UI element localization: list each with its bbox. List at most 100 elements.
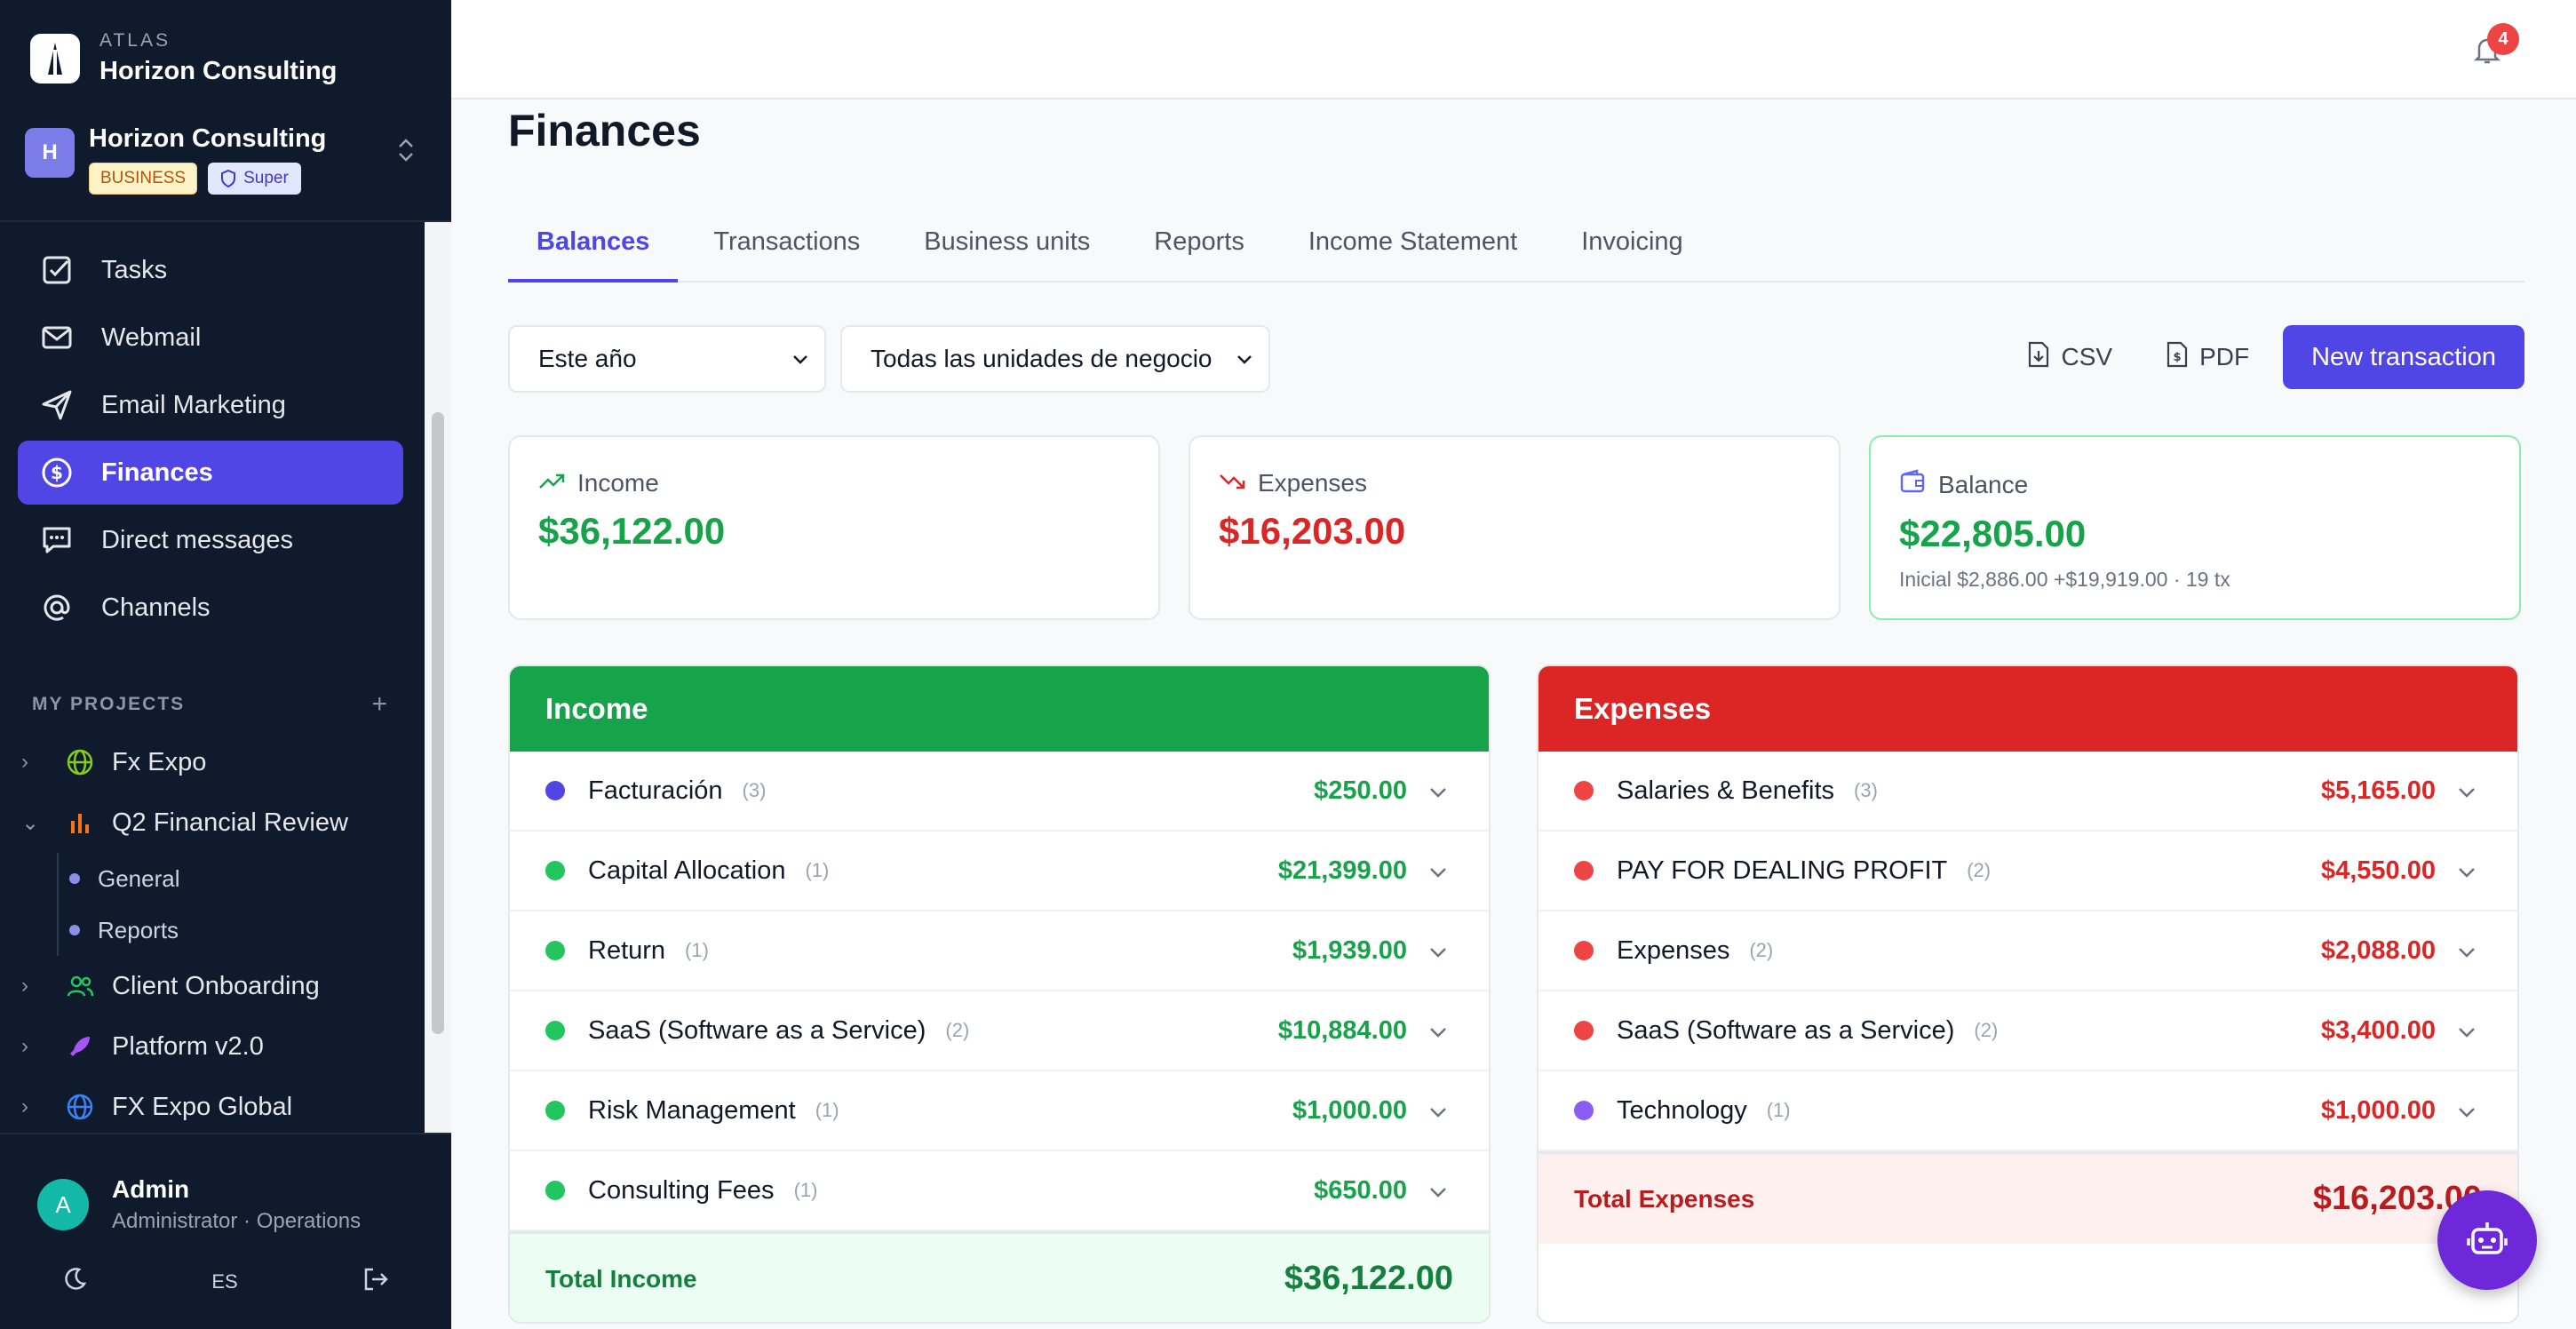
globe-icon — [62, 1089, 98, 1125]
tab-business-units[interactable]: Business units — [895, 211, 1118, 283]
nav-item-label: Tasks — [101, 255, 168, 284]
new-transaction-button[interactable]: New transaction — [2283, 325, 2524, 389]
project-item-fx-expo-global[interactable]: › FX Expo Global — [21, 1077, 412, 1137]
category-dot-icon — [545, 941, 565, 960]
language-toggle[interactable]: ES — [211, 1270, 237, 1293]
income-row[interactable]: Risk Management (1) $1,000.00 — [510, 1071, 1489, 1151]
nav-item-webmail[interactable]: Webmail — [18, 306, 403, 370]
tab-invoicing[interactable]: Invoicing — [1553, 211, 1711, 283]
row-count: (2) — [945, 1019, 970, 1041]
income-row[interactable]: Capital Allocation (1) $21,399.00 — [510, 832, 1489, 911]
expense-row[interactable]: Expenses (2) $2,088.00 — [1538, 911, 2517, 991]
income-panel-title: Income — [510, 666, 1489, 752]
chevron-down-icon[interactable] — [2457, 776, 2482, 806]
chevron-right-icon[interactable]: › — [21, 1094, 46, 1119]
business-unit-select[interactable]: Todas las unidades de negocio — [840, 325, 1270, 393]
org-switcher[interactable]: H Horizon Consulting BUSINESS Super — [25, 124, 426, 195]
chevron-down-icon[interactable] — [2457, 1096, 2482, 1126]
users-icon — [62, 968, 98, 1004]
nav-item-tasks[interactable]: Tasks — [18, 238, 403, 302]
export-pdf-label: PDF — [2199, 343, 2250, 370]
nav-item-direct-messages[interactable]: Direct messages — [18, 508, 403, 572]
expense-row[interactable]: Salaries & Benefits (3) $5,165.00 — [1538, 752, 2517, 832]
category-dot-icon — [1574, 1021, 1594, 1040]
notification-count-badge: 4 — [2487, 23, 2519, 55]
income-card: Income $36,122.00 — [508, 435, 1160, 620]
chevron-down-icon[interactable] — [1428, 776, 1453, 806]
subproject-general[interactable]: General — [21, 853, 412, 904]
user-profile[interactable]: A Admin Administrator · Operations — [37, 1175, 361, 1234]
period-select[interactable]: Este año — [508, 325, 826, 393]
project-item-platform-v2[interactable]: › Platform v2.0 — [21, 1016, 412, 1077]
chevron-down-icon[interactable] — [2457, 1016, 2482, 1046]
income-row[interactable]: SaaS (Software as a Service) (2) $10,884… — [510, 991, 1489, 1071]
tab-balances[interactable]: Balances — [508, 211, 679, 283]
expense-row[interactable]: Technology (1) $1,000.00 — [1538, 1071, 2517, 1151]
subproject-reports[interactable]: Reports — [21, 904, 412, 956]
row-count: (3) — [742, 779, 767, 801]
project-item-fx-expo[interactable]: › Fx Expo — [21, 732, 412, 792]
row-amount: $5,165.00 — [2320, 776, 2436, 805]
income-total-row: Total Income $36,122.00 — [510, 1231, 1489, 1322]
tab-income-statement[interactable]: Income Statement — [1280, 211, 1546, 283]
project-item-client-onboarding[interactable]: › Client Onboarding — [21, 956, 412, 1016]
assistant-bot-button[interactable] — [2437, 1190, 2537, 1290]
robot-icon — [2466, 1219, 2508, 1262]
category-dot-icon — [545, 1021, 565, 1040]
row-count: (1) — [815, 1099, 839, 1121]
export-pdf-button[interactable]: $ PDF — [2146, 325, 2269, 389]
project-item-q2-financial-review[interactable]: ⌄ Q2 Financial Review — [21, 792, 412, 853]
income-row[interactable]: Return (1) $1,939.00 — [510, 911, 1489, 991]
chevron-right-icon[interactable]: › — [21, 974, 46, 999]
chevron-down-icon — [792, 347, 808, 370]
chevron-right-icon[interactable]: › — [21, 750, 46, 775]
nav-item-finances[interactable]: $ Finances — [18, 441, 403, 505]
category-dot-icon — [1574, 1101, 1594, 1120]
export-csv-button[interactable]: CSV — [2008, 325, 2132, 389]
sidebar-scrollbar[interactable] — [425, 222, 451, 1133]
nav-item-channels[interactable]: Channels — [18, 576, 403, 640]
add-project-icon[interactable]: + — [371, 689, 387, 720]
income-row[interactable]: Facturación (3) $250.00 — [510, 752, 1489, 832]
income-row[interactable]: Consulting Fees (1) $650.00 — [510, 1151, 1489, 1231]
expense-row[interactable]: SaaS (Software as a Service) (2) $3,400.… — [1538, 991, 2517, 1071]
chevron-down-icon[interactable] — [1428, 1176, 1453, 1206]
tab-transactions[interactable]: Transactions — [685, 211, 888, 283]
row-name: Technology — [1617, 1095, 1747, 1125]
tab-reports[interactable]: Reports — [1125, 211, 1273, 283]
user-name: Admin — [112, 1175, 190, 1203]
rocket-icon — [62, 1029, 98, 1064]
row-name: Risk Management — [588, 1095, 796, 1125]
brand[interactable]: ATLAS Horizon Consulting — [30, 30, 337, 86]
category-dot-icon — [545, 1101, 565, 1120]
chevron-down-icon[interactable] — [1428, 936, 1453, 966]
finance-tabs: Balances Transactions Business units Rep… — [508, 211, 2524, 283]
chevron-right-icon[interactable]: › — [21, 1034, 46, 1059]
chevron-down-icon[interactable] — [1428, 856, 1453, 886]
expense-row[interactable]: PAY FOR DEALING PROFIT (2) $4,550.00 — [1538, 832, 2517, 911]
total-income-label: Total Income — [545, 1264, 697, 1293]
nav-item-email-marketing[interactable]: Email Marketing — [18, 373, 403, 437]
chevron-down-icon[interactable] — [2457, 936, 2482, 966]
project-label: Q2 Financial Review — [112, 808, 348, 837]
scrollbar-thumb[interactable] — [432, 412, 444, 1034]
check-square-icon — [39, 252, 75, 288]
sidebar-footer: A Admin Administrator · Operations ES — [0, 1133, 451, 1329]
chevron-updown-icon[interactable] — [396, 137, 416, 170]
sidebar: ATLAS Horizon Consulting H Horizon Consu… — [0, 0, 451, 1329]
chevron-down-icon[interactable]: ⌄ — [21, 810, 46, 836]
income-card-value: $36,122.00 — [538, 510, 726, 552]
moon-icon[interactable] — [61, 1266, 88, 1298]
chevron-down-icon — [1236, 347, 1252, 370]
chevron-down-icon[interactable] — [1428, 1016, 1453, 1046]
chevron-down-icon[interactable] — [1428, 1096, 1453, 1126]
category-dot-icon — [1574, 941, 1594, 960]
chevron-down-icon[interactable] — [2457, 856, 2482, 886]
row-count: (1) — [1766, 1099, 1791, 1121]
row-name: Expenses — [1617, 935, 1730, 965]
logout-icon[interactable] — [362, 1266, 390, 1298]
balance-card: Balance $22,805.00 Inicial $2,886.00 +$1… — [1869, 435, 2521, 620]
expenses-card: Expenses $16,203.00 — [1189, 435, 1841, 620]
sidebar-divider — [0, 220, 451, 222]
row-count: (1) — [793, 1179, 818, 1201]
